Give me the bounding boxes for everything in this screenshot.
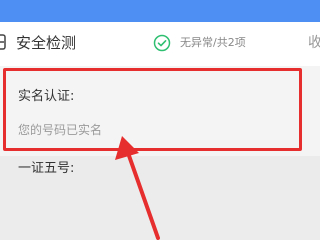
red-arrow-icon (115, 136, 160, 240)
